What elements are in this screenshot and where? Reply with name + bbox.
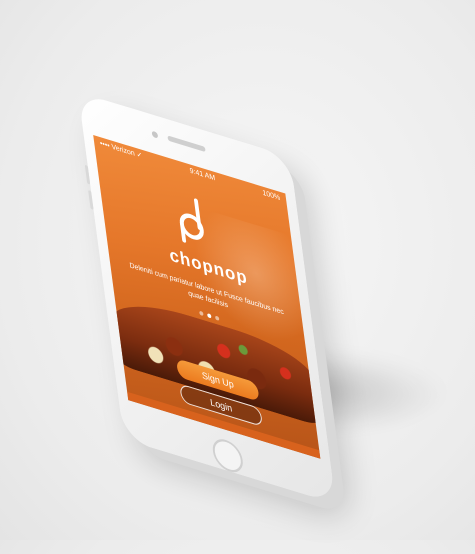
page-dot-1[interactable] xyxy=(199,310,204,317)
mockup-stage: •••• Verizon ✓ 9:41 AM 100% chopnop Dele… xyxy=(0,0,475,540)
status-battery: 100% xyxy=(261,188,281,202)
page-dot-3[interactable] xyxy=(214,315,220,321)
status-carrier: •••• Verizon ✓ xyxy=(99,139,144,161)
volume-up-button xyxy=(84,164,91,185)
phone-body: •••• Verizon ✓ 9:41 AM 100% chopnop Dele… xyxy=(78,92,336,504)
page-dot-2[interactable] xyxy=(207,313,212,319)
app-screen: •••• Verizon ✓ 9:41 AM 100% chopnop Dele… xyxy=(93,135,321,459)
home-button[interactable] xyxy=(210,435,245,477)
phone-device: •••• Verizon ✓ 9:41 AM 100% chopnop Dele… xyxy=(78,92,434,554)
status-time: 9:41 AM xyxy=(189,166,216,182)
earpiece-speaker xyxy=(167,135,206,153)
volume-down-button xyxy=(88,190,94,210)
front-camera xyxy=(151,130,159,139)
chopnop-logo-icon xyxy=(179,198,204,243)
